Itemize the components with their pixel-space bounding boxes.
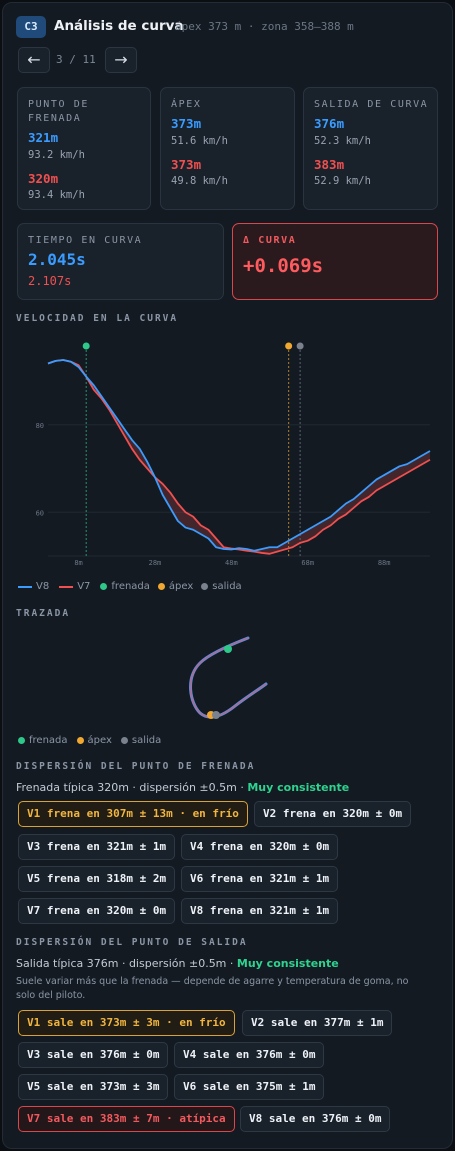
card-label: Δ CURVA (243, 235, 297, 246)
v8-braking-value: 321m (28, 130, 59, 145)
time-in-curve-card: TIEMPO EN CURVA 2.045s 2.107s (17, 223, 224, 300)
braking-chip[interactable]: V2 frena en 320m ± 0m (254, 801, 412, 827)
v8-exit-speed: 52.3 km/h (314, 135, 371, 147)
exit-summary-text: Salida típica 376m · dispersión ±0.5m · (16, 957, 237, 970)
legend-dot (76, 737, 84, 744)
card-label: SALIDA DE CURVA (314, 99, 429, 110)
trace-exit-dot (212, 711, 220, 719)
apex-card: ÁPEX 373m 51.6 km/h 373m 49.8 km/h (160, 87, 295, 210)
legend-apex: ápex (168, 581, 194, 592)
braking-chip[interactable]: V8 frena en 321m ± 1m (181, 898, 339, 924)
legend-v8: V8 (36, 581, 50, 592)
v8-apex-value: 373m (171, 116, 202, 131)
exit-dispersion-title: DISPERSIÓN DEL PUNTO DE SALIDA (16, 937, 248, 948)
exit-chip[interactable]: V6 sale en 375m ± 1m (174, 1074, 325, 1100)
exit-chip[interactable]: V4 sale en 376m ± 0m (174, 1042, 325, 1068)
exit-note: Suele variar más que la frenada — depend… (16, 976, 409, 1001)
exit-chip[interactable]: V7 sale en 383m ± 7m · atípica (18, 1106, 235, 1132)
marker-dot-salida (296, 342, 304, 350)
delta-value: +0.069s (243, 255, 324, 277)
exit-chip[interactable]: V2 sale en 377m ± 1m (242, 1010, 393, 1036)
legend-dot (157, 583, 165, 590)
curve-badge: C3 (16, 16, 46, 38)
braking-summary-text: Frenada típica 320m · dispersión ±0.5m · (16, 781, 248, 794)
braking-dispersion-title: DISPERSIÓN DEL PUNTO DE FRENADA (16, 761, 256, 772)
card-label: ÁPEX (171, 99, 202, 110)
exit-consistency-status: Muy consistente (236, 957, 339, 970)
braking-chip[interactable]: V3 frena en 321m ± 1m (18, 834, 176, 860)
legend-swatch (59, 585, 74, 588)
x-tick-label: 88m (378, 559, 391, 567)
legend-dot (100, 583, 108, 590)
v7-exit-speed: 52.9 km/h (314, 175, 371, 187)
track-trace-map (189, 636, 268, 719)
v7-braking-value: 320m (28, 171, 59, 186)
braking-point-card: PUNTO DE FRENADA 321m 93.2 km/h 320m 93.… (17, 87, 151, 210)
legend-braking: frenada (111, 581, 150, 592)
legend-v7: V7 (77, 581, 91, 592)
v8-apex-speed: 51.6 km/h (171, 135, 228, 147)
v8-exit-value: 376m (314, 116, 345, 131)
legend-dot (18, 737, 25, 744)
exit-chip[interactable]: V8 sale en 376m ± 0m (240, 1106, 391, 1132)
y-tick-label: 60 (36, 509, 44, 517)
curve-subtitle: ápex 373 m · zona 358–388 m (175, 20, 354, 33)
x-tick-label: 68m (301, 559, 314, 567)
series-line-V8 (47, 359, 431, 552)
legend-exit: salida (212, 581, 242, 592)
prev-curve-button[interactable]: ← (18, 47, 50, 73)
v7-apex-value: 373m (171, 157, 202, 172)
speed-chart: 80 60 8m 28m 48m 68m 88m (36, 342, 431, 567)
braking-chip[interactable]: V7 frena en 320m ± 0m (18, 898, 176, 924)
marker-dot-frenada (82, 342, 90, 350)
v7-exit-value: 383m (314, 157, 345, 172)
braking-summary: Frenada típica 320m · dispersión ±0.5m ·… (16, 781, 349, 794)
braking-chip[interactable]: V6 frena en 321m ± 1m (181, 866, 339, 892)
x-tick-label: 48m (225, 559, 238, 567)
v8-time-value: 2.045s (28, 250, 86, 269)
difference-area (48, 360, 430, 554)
braking-chip[interactable]: V4 frena en 320m ± 0m (181, 834, 339, 860)
trace-legend-apex: ápex (87, 735, 112, 746)
exit-summary: Salida típica 376m · dispersión ±0.5m · … (16, 957, 339, 970)
trace-legend-exit: salida (131, 735, 162, 746)
x-tick-label: 28m (149, 559, 162, 567)
delta-curve-card: Δ CURVA +0.069s (232, 223, 438, 300)
exit-card: SALIDA DE CURVA 376m 52.3 km/h 383m 52.9… (303, 87, 438, 210)
marker-dot-ápex (285, 342, 293, 350)
trace-braking-dot (224, 645, 232, 653)
v7-time-value: 2.107s (28, 274, 72, 288)
exit-chip[interactable]: V1 sale en 373m ± 3m · en frío (18, 1010, 235, 1036)
next-curve-button[interactable]: → (105, 47, 137, 73)
exit-chip[interactable]: V3 sale en 376m ± 0m (18, 1042, 169, 1068)
trace-legend: frenada ápex salida (18, 735, 161, 746)
chart-legend: V8 V7 frenada ápex salida (18, 581, 242, 592)
trace-section-title: TRAZADA (16, 608, 71, 619)
braking-chip[interactable]: V1 frena en 307m ± 13m · en frío (18, 801, 248, 827)
series-line-V7 (47, 359, 431, 555)
legend-dot (120, 737, 128, 744)
legend-dot (201, 583, 209, 590)
trace-legend-braking: frenada (29, 735, 68, 746)
legend-swatch (18, 585, 32, 588)
speed-section-title: VELOCIDAD EN LA CURVA (16, 313, 179, 324)
v8-braking-speed: 93.2 km/h (28, 149, 85, 161)
braking-chip[interactable]: V5 frena en 318m ± 2m (18, 866, 176, 892)
braking-consistency-status: Muy consistente (247, 781, 350, 794)
page-title: Análisis de curva (54, 18, 184, 34)
card-label: TIEMPO EN CURVA (28, 235, 143, 246)
v7-braking-speed: 93.4 km/h (28, 189, 85, 201)
curve-counter: 3 / 11 (56, 53, 96, 66)
y-tick-label: 80 (36, 422, 44, 430)
x-tick-label: 8m (74, 559, 82, 567)
card-label: PUNTO DE FRENADA (28, 99, 89, 124)
exit-chip[interactable]: V5 sale en 373m ± 3m (18, 1074, 169, 1100)
v7-apex-speed: 49.8 km/h (171, 175, 228, 187)
